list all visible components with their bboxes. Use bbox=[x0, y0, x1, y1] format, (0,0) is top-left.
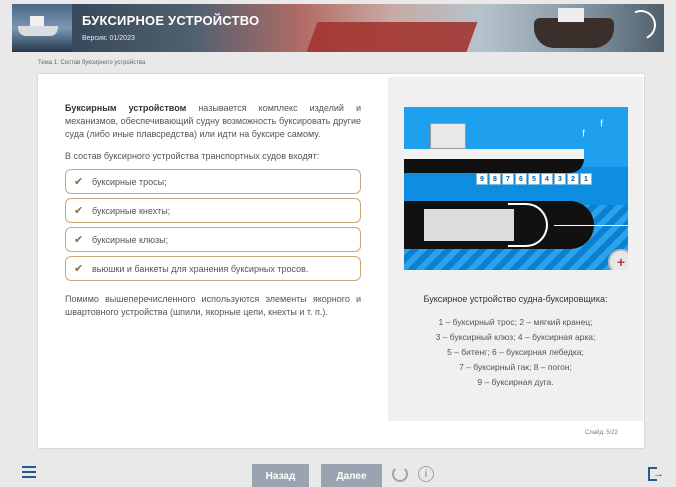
additional-paragraph: Помимо вышеперечисленного используются э… bbox=[65, 294, 361, 317]
seagull-icon: ᶠ bbox=[582, 127, 586, 143]
app-title: БУКСИРНОЕ УСТРОЙСТВО bbox=[82, 13, 260, 28]
app-version: Версия: 01/2023 bbox=[82, 35, 135, 42]
back-button[interactable]: Назад bbox=[252, 464, 309, 487]
menu-icon[interactable] bbox=[22, 466, 36, 478]
callout-number: 1 bbox=[580, 173, 592, 185]
slide-counter: Слайд: 5/22 bbox=[584, 430, 618, 436]
callout-number: 6 bbox=[515, 173, 527, 185]
legend-line: 1 – буксирный трос; 2 – мягкий кранец; bbox=[438, 317, 593, 327]
header-ship-image bbox=[12, 4, 72, 52]
towing-diagram[interactable]: ᶠ ᶠ 9 8 7 6 5 4 3 2 1 + bbox=[404, 107, 628, 270]
seagull-icon: ᶠ bbox=[600, 117, 604, 133]
check-icon: ✔ bbox=[74, 234, 84, 246]
info-icon[interactable]: i bbox=[418, 466, 434, 482]
figure-legend: 1 – буксирный трос; 2 – мягкий кранец; 3… bbox=[388, 315, 643, 390]
check-icon: ✔ bbox=[74, 176, 84, 188]
callout-number: 3 bbox=[554, 173, 566, 185]
figure-panel: ᶠ ᶠ 9 8 7 6 5 4 3 2 1 + Буксирное устрой… bbox=[388, 77, 643, 421]
callout-number: 2 bbox=[567, 173, 579, 185]
figure-caption-title: Буксирное устройство судна-буксировщика: bbox=[423, 294, 608, 304]
definition-paragraph: Буксирным устройством называется комплек… bbox=[65, 102, 361, 141]
logo-icon bbox=[621, 5, 661, 45]
legend-line: 3 – буксирный клюз; 4 – буксирная арка; bbox=[435, 332, 596, 342]
check-icon: ✔ bbox=[74, 205, 84, 217]
header-tug-image bbox=[534, 8, 614, 48]
callout-number: 8 bbox=[489, 173, 501, 185]
callout-number: 4 bbox=[541, 173, 553, 185]
next-button[interactable]: Далее bbox=[321, 464, 382, 487]
legend-line: 7 – буксирный гак; 8 – погон; bbox=[459, 362, 572, 372]
callout-numbers: 9 8 7 6 5 4 3 2 1 bbox=[476, 173, 592, 185]
legend-line: 5 – битенг; 6 – буксирная лебедка; bbox=[447, 347, 584, 357]
list-item: ✔ вьюшки и банкеты для хранения буксирных… bbox=[65, 256, 361, 281]
list-item: ✔ буксирные тросы; bbox=[65, 169, 361, 194]
header-background-image bbox=[306, 22, 478, 52]
check-icon: ✔ bbox=[74, 263, 84, 275]
list-item-label: вьюшки и банкеты для хранения буксирных … bbox=[92, 263, 309, 274]
list-item: ✔ буксирные кнехты; bbox=[65, 198, 361, 223]
list-item: ✔ буксирные клюзы; bbox=[65, 227, 361, 252]
list-item-label: буксирные клюзы; bbox=[92, 234, 169, 245]
includes-intro: В состав буксирного устройства транспорт… bbox=[65, 151, 320, 161]
ship-superstructure bbox=[430, 123, 466, 149]
legend-line: 9 – буксирная дуга. bbox=[477, 377, 554, 387]
text-column: Буксирным устройством называется комплек… bbox=[65, 102, 361, 319]
callout-number: 9 bbox=[476, 173, 488, 185]
list-item-label: буксирные тросы; bbox=[92, 176, 167, 187]
exit-icon[interactable]: → bbox=[648, 467, 664, 481]
list-item-label: буксирные кнехты; bbox=[92, 205, 171, 216]
definition-term: Буксирным устройством bbox=[65, 103, 187, 113]
callout-number: 5 bbox=[528, 173, 540, 185]
breadcrumb: Тема 1: Состав буксирного устройства bbox=[38, 60, 146, 66]
ship-side-view bbox=[404, 159, 584, 173]
zoom-icon[interactable]: + bbox=[608, 249, 628, 270]
tow-rope bbox=[554, 225, 628, 226]
app-header: БУКСИРНОЕ УСТРОЙСТВО Версия: 01/2023 bbox=[12, 4, 664, 52]
component-list: ✔ буксирные тросы; ✔ буксирные кнехты; ✔ бу… bbox=[65, 169, 361, 281]
slide-card: Буксирным устройством называется комплек… bbox=[38, 74, 644, 448]
callout-number: 7 bbox=[502, 173, 514, 185]
reload-icon[interactable] bbox=[392, 466, 408, 482]
